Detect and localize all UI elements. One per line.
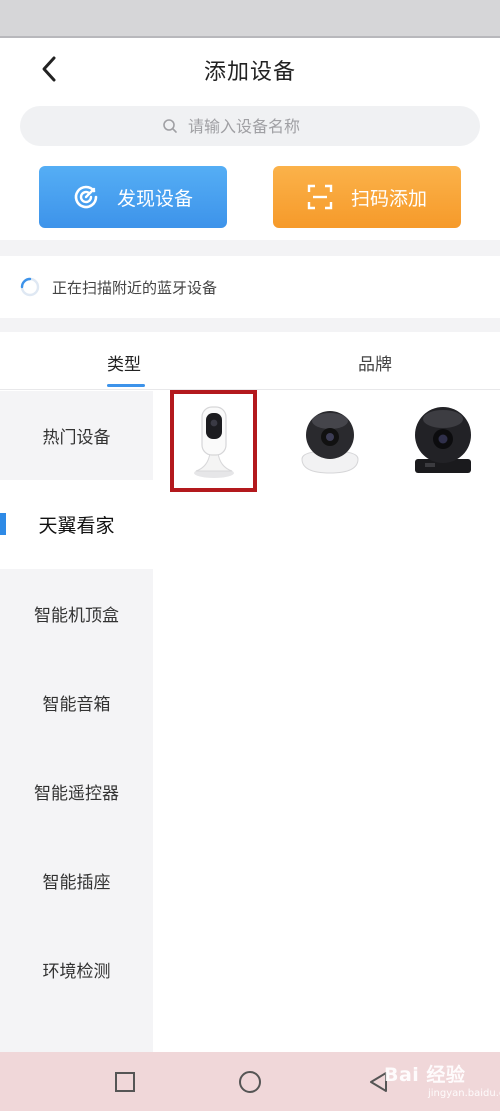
sidebar-item-environment[interactable]: 环境检测 — [0, 925, 153, 1014]
search-bar[interactable] — [20, 106, 480, 146]
home-button[interactable] — [237, 1069, 263, 1095]
active-tab-indicator — [107, 384, 145, 387]
device-grid — [153, 391, 500, 1051]
sidebar-item-label: 智能机顶盒 — [34, 606, 119, 626]
sidebar-item-hot-devices[interactable]: 热门设备 — [0, 391, 153, 480]
sidebar-item-set-top-box[interactable]: 智能机顶盒 — [0, 569, 153, 658]
sidebar-item-smart-speaker[interactable]: 智能音箱 — [0, 658, 153, 747]
device-card-white-dome-camera[interactable] — [290, 397, 370, 483]
baidu-watermark: Bai 经验 jingyan.baidu.com — [384, 1060, 500, 1104]
discover-devices-label: 发现设备 — [116, 187, 193, 210]
square-icon — [115, 1072, 135, 1092]
watermark-text: Bai 经验 — [384, 1064, 466, 1086]
sidebar-item-label: 智能插座 — [42, 873, 111, 893]
white-dome-camera-icon — [301, 411, 359, 474]
scan-add-button[interactable]: 扫码添加 — [273, 166, 461, 228]
sidebar-item-smart-socket[interactable]: 智能插座 — [0, 836, 153, 925]
section-divider — [0, 318, 500, 332]
scan-add-label: 扫码添加 — [350, 187, 427, 210]
page-title: 添加设备 — [203, 60, 296, 85]
circle-icon — [239, 1071, 261, 1093]
section-divider — [0, 240, 500, 256]
system-nav-bar: Bai 经验 jingyan.baidu.com — [0, 1052, 500, 1111]
header: 添加设备 — [0, 38, 500, 100]
status-bar — [0, 0, 500, 38]
active-item-marker — [0, 513, 6, 535]
category-sidebar: 热门设备 天翼看家 智能机顶盒 智能音箱 智能遥控器 智能插座 环境检测 — [0, 391, 153, 1111]
black-dome-camera-icon — [415, 407, 471, 473]
search-icon — [163, 119, 177, 133]
sidebar-item-remote-control[interactable]: 智能遥控器 — [0, 747, 153, 836]
sidebar-item-label: 智能遥控器 — [34, 784, 119, 804]
sidebar-item-tianyi-kanjia[interactable]: 天翼看家 — [0, 480, 153, 569]
discover-devices-button[interactable]: 发现设备 — [39, 166, 227, 228]
tab-brand[interactable]: 品牌 — [358, 350, 392, 375]
recent-apps-button[interactable] — [112, 1069, 138, 1095]
sidebar-item-label: 智能音箱 — [42, 695, 111, 715]
bluetooth-scan-status: 正在扫描附近的蓝牙设备 — [0, 256, 500, 318]
category-tabs: 类型 品牌 — [0, 332, 500, 390]
radar-icon — [74, 185, 98, 209]
search-input[interactable] — [188, 116, 338, 136]
sidebar-item-label: 环境检测 — [42, 962, 111, 982]
scan-qr-icon — [307, 184, 333, 210]
loading-spinner-icon — [20, 277, 40, 297]
device-card-white-camera[interactable] — [174, 397, 254, 483]
sidebar-item-label: 热门设备 — [42, 428, 111, 448]
white-camera-icon — [194, 406, 234, 478]
tab-type[interactable]: 类型 — [107, 350, 141, 375]
watermark-subtext: jingyan.baidu.com — [428, 1088, 500, 1099]
scan-status-text: 正在扫描附近的蓝牙设备 — [52, 278, 218, 297]
device-card-black-dome-camera[interactable] — [403, 397, 483, 483]
sidebar-item-label: 天翼看家 — [38, 515, 115, 537]
